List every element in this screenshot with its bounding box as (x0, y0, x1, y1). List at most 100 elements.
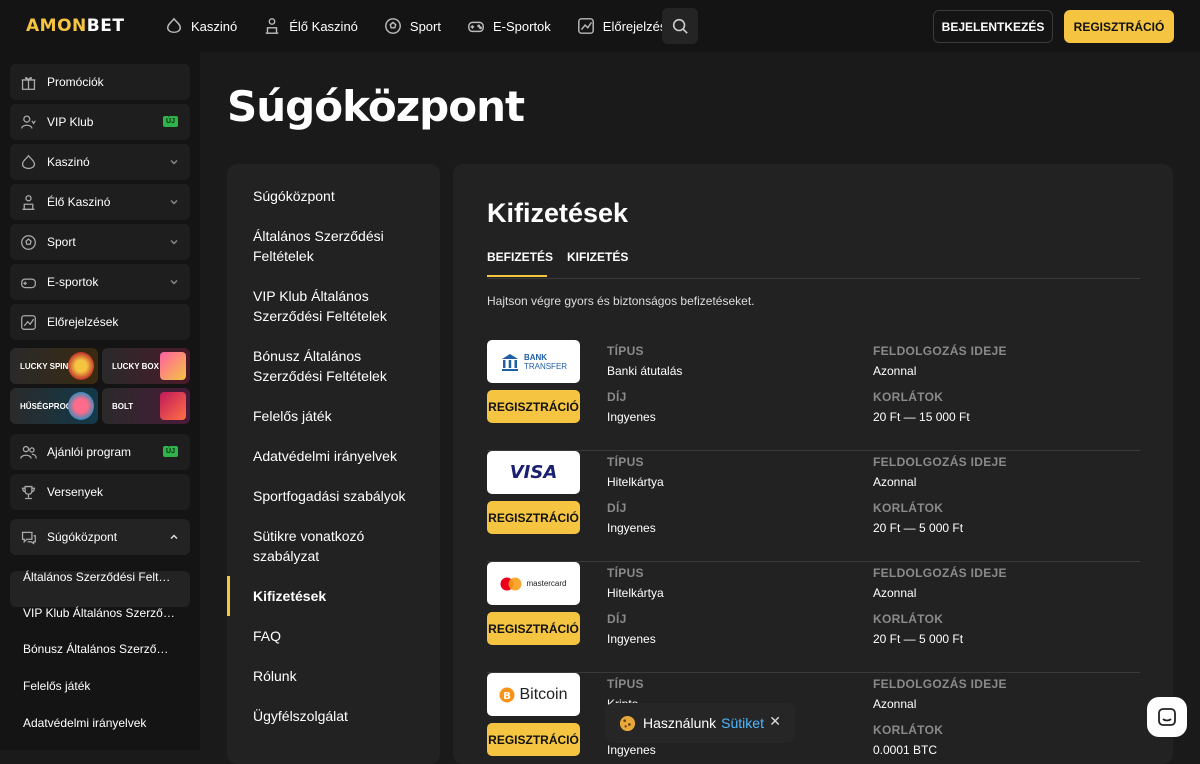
help-nav-item[interactable]: FAQ (253, 626, 433, 646)
gift-box-icon (160, 352, 186, 380)
map-pin-icon (68, 392, 94, 420)
sidebar-item-casino[interactable]: Kaszinó (10, 144, 190, 180)
trophy-icon (21, 485, 36, 499)
tile-label: BOLT (112, 401, 134, 411)
sidebar-subitem[interactable]: Általános Szerződési Feltételek (23, 570, 175, 584)
limits-value: 20 Ft — 5 000 Ft (873, 521, 964, 535)
sidebar-item-sport[interactable]: Sport (10, 224, 190, 260)
chevron-down-icon (170, 158, 178, 166)
lucky-box-tile[interactable]: LUCKY BOX (102, 348, 190, 384)
help-nav-item[interactable]: Felelős játék (253, 406, 433, 426)
sidebar: Promóciók VIP Klub ÚJ Kaszinó Élő Kaszin… (0, 52, 200, 750)
sidebar-item-label: Súgóközpont (47, 530, 118, 544)
sidebar-item-esports[interactable]: E-sportok (10, 264, 190, 300)
logo-text-accent: AMON (26, 16, 87, 36)
register-button[interactable]: REGISZTRÁCIÓ (487, 501, 580, 534)
help-nav-item-active[interactable]: Kifizetések (253, 586, 433, 606)
shop-tile[interactable]: BOLT (102, 388, 190, 424)
cookie-link[interactable]: Sütiket (721, 715, 764, 731)
processing-label: FELDOLGOZÁS IDEJE (873, 455, 1007, 469)
lucky-spin-tile[interactable]: LUCKY SPIN (10, 348, 98, 384)
help-nav-item[interactable]: Bónusz Általános Szerződési Feltételek (253, 346, 433, 386)
help-nav-item[interactable]: Sütikre vonatkozó szabályzat (253, 526, 433, 566)
tile-label: LUCKY SPIN (20, 361, 69, 371)
help-nav-item[interactable]: Rólunk (253, 666, 433, 686)
sidebar-subitem[interactable]: VIP Klub Általános Szerződési Feltételek (23, 606, 175, 620)
tab-withdrawal[interactable]: KIFIZETÉS (567, 250, 628, 264)
limits-value: 0.0001 BTC (873, 743, 938, 757)
sidebar-item-label: VIP Klub (47, 115, 94, 129)
new-badge: ÚJ (163, 116, 178, 127)
logo-text: Bitcoin (519, 685, 568, 703)
register-button[interactable]: REGISZTRÁCIÓ (487, 612, 580, 645)
sidebar-item-promotions[interactable]: Promóciók (10, 64, 190, 100)
mastercard-circles-icon (500, 577, 522, 590)
nav-casino-label: Kaszinó (191, 18, 238, 34)
chart-icon (21, 314, 36, 330)
limits-value: 20 Ft — 15 000 Ft (873, 410, 970, 424)
type-value: Hitelkártya (607, 586, 664, 600)
cookie-icon (619, 715, 636, 731)
nav-live-casino-label: Élő Kaszinó (289, 18, 358, 34)
type-label: TÍPUS (607, 344, 644, 358)
help-nav-item[interactable]: Általános Szerződési Feltételek (253, 226, 433, 266)
nav-esports[interactable]: E-Sportok (454, 0, 564, 52)
register-button[interactable]: REGISZTRÁCIÓ (1064, 10, 1174, 43)
nav-live-casino[interactable]: Élő Kaszinó (250, 0, 371, 52)
limits-label: KORLÁTOK (873, 390, 944, 404)
search-button[interactable] (662, 8, 698, 44)
sidebar-item-vip[interactable]: VIP Klub ÚJ (10, 104, 190, 140)
help-nav-item[interactable]: Sportfogadási szabályok (253, 486, 433, 506)
users-icon (20, 445, 37, 459)
logo-text: mastercard (526, 579, 567, 588)
sidebar-item-tournaments[interactable]: Versenyek (10, 474, 190, 510)
sidebar-item-label: Előrejelzések (47, 315, 119, 329)
bitcoin-logo: B Bitcoin (487, 673, 580, 716)
chevron-down-icon (170, 238, 178, 246)
help-nav-item[interactable]: Adatvédelmi irányelvek (253, 446, 433, 466)
wheel-icon (68, 352, 94, 380)
sidebar-item-label: Kaszinó (47, 155, 90, 169)
nav-casino[interactable]: Kaszinó (152, 0, 250, 52)
sidebar-subitem[interactable]: Felelős játék (23, 679, 175, 693)
login-button[interactable]: BEJELENTKEZÉS (933, 10, 1053, 43)
payment-method-row: BANK TRANSFER REGISZTRÁCIÓ TÍPUS Banki á… (487, 340, 1140, 451)
fee-label: DÍJ (607, 612, 627, 626)
football-icon (384, 18, 401, 34)
chevron-down-icon (170, 198, 178, 206)
type-value: Banki átutalás (607, 364, 683, 378)
sidebar-subitem[interactable]: Bónusz Általános Szerződési Feltételek (23, 642, 175, 656)
logo-text: VISA (509, 462, 558, 483)
close-icon[interactable]: ✕ (769, 713, 781, 730)
processing-value: Azonnal (873, 697, 917, 711)
chat-button[interactable] (1147, 697, 1187, 737)
tab-deposit[interactable]: BEFIZETÉS (487, 250, 553, 277)
help-nav-item[interactable]: Ügyfélszolgálat (253, 706, 433, 726)
page-title: Súgóközpont (227, 82, 525, 131)
sidebar-item-label: Sport (47, 235, 76, 249)
limits-value: 20 Ft — 5 000 Ft (873, 632, 964, 646)
register-button[interactable]: REGISZTRÁCIÓ (487, 390, 580, 423)
nav-sport[interactable]: Sport (371, 0, 454, 52)
sidebar-subitem[interactable]: Adatvédelmi irányelvek (23, 716, 175, 730)
casino-icon (21, 154, 36, 169)
processing-value: Azonnal (873, 475, 917, 489)
type-value: Hitelkártya (607, 475, 664, 489)
cookie-banner: Használunk Sütiket ✕ (605, 703, 795, 743)
sidebar-item-live-casino[interactable]: Élő Kaszinó (10, 184, 190, 220)
visa-logo: VISA (487, 451, 580, 494)
help-nav-item[interactable]: Súgóközpont (253, 186, 433, 206)
fee-value: Ingyenes (607, 743, 656, 757)
logo-text-rest: BET (86, 16, 125, 36)
sidebar-item-help-center[interactable]: Súgóközpont (10, 519, 190, 555)
sidebar-item-referral[interactable]: Ajánlói program ÚJ (10, 434, 190, 470)
svg-text:B: B (504, 691, 512, 702)
sidebar-item-predictions[interactable]: Előrejelzések (10, 304, 190, 340)
bank-transfer-logo: BANK TRANSFER (487, 340, 580, 383)
limits-label: KORLÁTOK (873, 723, 944, 737)
help-nav-item[interactable]: VIP Klub Általános Szerződési Feltételek (253, 286, 433, 326)
type-label: TÍPUS (607, 566, 644, 580)
register-button[interactable]: REGISZTRÁCIÓ (487, 723, 580, 756)
amonbet-logo[interactable]: AMONBET (26, 16, 124, 36)
loyalty-tile[interactable]: HŰSÉGPROG (10, 388, 98, 424)
